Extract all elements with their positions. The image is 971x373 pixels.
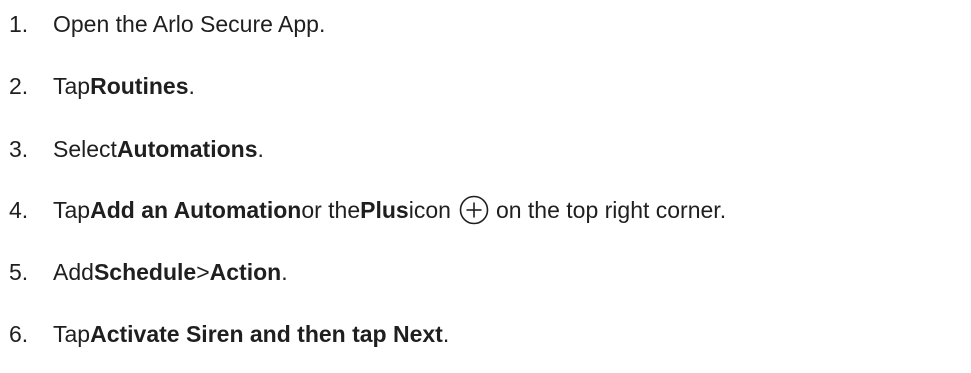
step-text: .	[257, 136, 264, 162]
step-text: on the top right corner.	[495, 197, 727, 223]
step-number: 4.	[9, 197, 29, 223]
step-text: or the	[301, 197, 361, 223]
step-text: >	[196, 259, 210, 285]
step-keyword-add-automation: Add an Automation	[90, 197, 302, 223]
step-keyword-activate-siren: Activate Siren and then tap Next	[90, 321, 443, 347]
step-number: 5.	[9, 259, 29, 285]
step-number: 2.	[9, 73, 29, 99]
step-5: 5. Add Schedule > Action.	[9, 252, 288, 292]
step-number: 6.	[9, 321, 29, 347]
step-2: 2. Tap Routines.	[9, 66, 195, 106]
step-text: .	[188, 73, 195, 99]
plus-circle-icon	[459, 195, 489, 225]
step-text: icon	[408, 197, 451, 223]
step-number: 1.	[9, 11, 29, 37]
step-text: Tap	[53, 321, 91, 347]
step-keyword-schedule: Schedule	[93, 259, 197, 285]
step-keyword-automations: Automations	[116, 136, 258, 162]
step-1: 1. Open the Arlo Secure App.	[9, 4, 325, 44]
step-text: Open the Arlo Secure App.	[53, 11, 326, 37]
step-4: 4. Tap Add an Automation or the Plus ico…	[9, 190, 726, 230]
step-keyword-routines: Routines	[90, 73, 189, 99]
step-text: Add	[53, 259, 94, 285]
step-keyword-plus: Plus	[360, 197, 409, 223]
step-6: 6. Tap Activate Siren and then tap Next.	[9, 314, 449, 354]
step-text: Tap	[53, 73, 91, 99]
step-3: 3. Select Automations.	[9, 129, 264, 169]
instruction-steps-list: 1. Open the Arlo Secure App. 2. Tap Rout…	[0, 0, 971, 373]
step-keyword-action: Action	[209, 259, 282, 285]
step-text: .	[442, 321, 450, 347]
step-number: 3.	[9, 136, 29, 162]
step-text: Select	[53, 136, 117, 162]
step-text: .	[281, 259, 288, 285]
step-text: Tap	[53, 197, 91, 223]
